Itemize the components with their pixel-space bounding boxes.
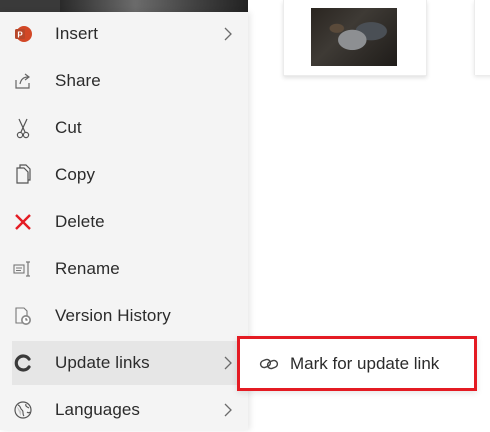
menu-item-cut[interactable]: Cut xyxy=(12,106,248,150)
background-image-strip xyxy=(0,0,248,12)
menu-item-label: Languages xyxy=(55,400,141,419)
menu-item-copy[interactable]: Copy xyxy=(12,153,248,197)
file-thumbnail-card[interactable] xyxy=(283,0,427,76)
powerpoint-icon: P xyxy=(12,23,34,45)
delete-x-icon xyxy=(12,211,34,233)
menu-item-label: Update links xyxy=(55,353,150,372)
menu-item-delete[interactable]: Delete xyxy=(12,200,248,244)
link-icon xyxy=(258,353,280,375)
context-menu: P Insert Share Cut Copy Delete Rename Ve… xyxy=(0,12,248,430)
menu-item-update-links[interactable]: Update links xyxy=(12,341,248,385)
chevron-right-icon xyxy=(224,356,232,370)
update-links-submenu: Mark for update link xyxy=(237,336,477,391)
chevron-right-icon xyxy=(224,403,232,417)
chevron-right-icon xyxy=(224,27,232,41)
update-links-icon xyxy=(12,352,34,374)
globe-icon xyxy=(12,399,34,421)
menu-item-label: Cut xyxy=(55,118,82,137)
menu-item-label: Rename xyxy=(55,259,120,278)
menu-item-label: Copy xyxy=(55,165,96,184)
menu-item-rename[interactable]: Rename xyxy=(12,247,248,291)
file-thumbnail-image xyxy=(311,8,397,66)
scissors-icon xyxy=(12,117,34,139)
menu-item-share[interactable]: Share xyxy=(12,59,248,103)
file-thumbnail-card-partial[interactable] xyxy=(474,0,490,75)
menu-item-insert[interactable]: P Insert xyxy=(12,12,248,56)
submenu-item-label: Mark for update link xyxy=(290,353,440,373)
copy-icon xyxy=(12,164,34,186)
menu-item-languages[interactable]: Languages xyxy=(12,388,248,432)
share-icon xyxy=(12,70,34,92)
rename-icon xyxy=(12,258,34,280)
menu-item-label: Insert xyxy=(55,24,99,43)
menu-item-version-history[interactable]: Version History xyxy=(12,294,248,338)
menu-item-label: Share xyxy=(55,71,101,90)
version-history-icon xyxy=(12,305,34,327)
submenu-item-mark-for-update-link[interactable]: Mark for update link xyxy=(240,339,474,388)
menu-item-label: Version History xyxy=(55,306,171,325)
menu-item-label: Delete xyxy=(55,212,105,231)
svg-text:P: P xyxy=(17,31,23,40)
